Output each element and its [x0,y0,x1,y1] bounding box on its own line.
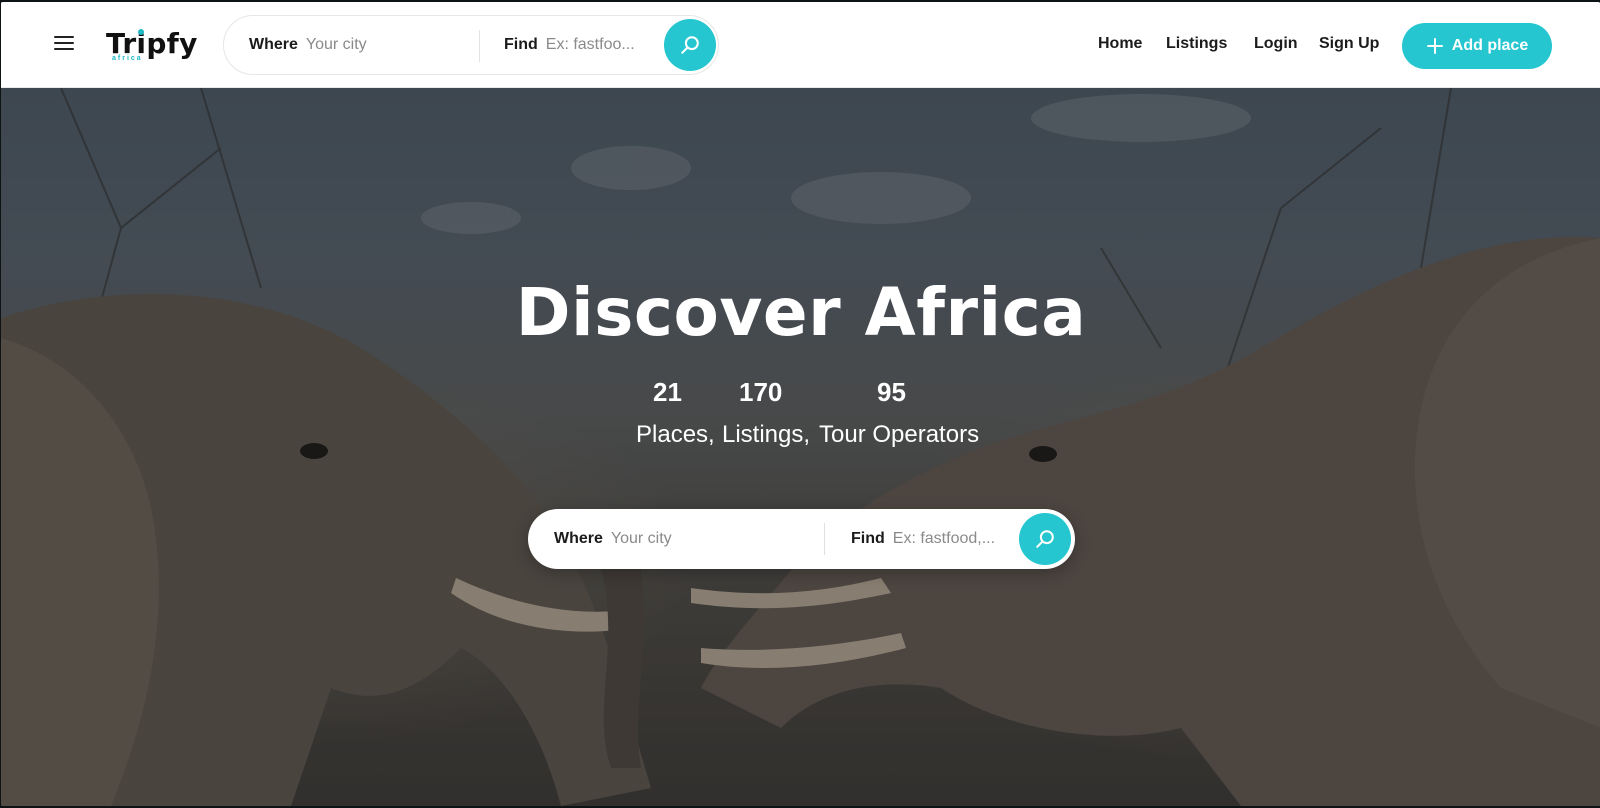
stat-places-label: Places, [636,421,715,448]
stat-places-count: 21 [653,377,682,407]
plus-icon [1426,38,1443,54]
hero-find-input[interactable] [892,530,1023,548]
hero-where-input[interactable] [610,530,791,548]
add-place-button[interactable]: Add place [1402,23,1552,69]
nav-login[interactable]: Login [1254,35,1298,53]
header-search-button[interactable] [664,19,716,71]
hamburger-menu-button[interactable] [51,32,77,54]
hero-find-label: Find [851,530,885,547]
hero-where-group: Where [554,509,791,569]
hero-search-divider [824,523,825,555]
stat-listings-label: Listings, [722,421,811,448]
logo-dot-icon [138,29,144,35]
logo-tagline: africa [112,55,143,62]
hamburger-icon [54,36,74,38]
stat-listings-count: 170 [739,377,783,407]
nav-listings[interactable]: Listings [1166,35,1227,53]
hero-find-group: Find [851,509,1023,569]
hamburger-icon-bar [54,48,74,50]
stat-operators-count: 95 [877,377,906,407]
nav-sign-up[interactable]: Sign Up [1319,35,1379,53]
header-where-input[interactable] [305,36,466,54]
header-search-divider [479,30,480,62]
nav-home[interactable]: Home [1098,35,1142,53]
browser-viewport: Tripfy africa Where Find Home [1,2,1600,806]
search-icon [681,36,699,54]
stat-operators-label: Tour Operators [819,421,980,448]
header-search-bar: Where Find [223,15,719,75]
header-find-group: Find [504,16,656,74]
hero-section: Discover Africa 21 170 95 Places, Listin… [1,88,1600,806]
hero-where-label: Where [554,530,603,547]
add-place-label: Add place [1451,37,1529,54]
header-find-label: Find [504,36,538,53]
header-where-label: Where [249,36,298,53]
hero-title: Discover Africa [515,274,1087,351]
header-find-input[interactable] [545,36,656,54]
search-icon [1036,530,1054,548]
hamburger-icon-bar [54,42,74,44]
site-header: Tripfy africa Where Find Home [1,2,1600,88]
hero-search-button[interactable] [1019,513,1071,565]
header-where-group: Where [249,16,466,74]
site-logo[interactable]: Tripfy africa [106,24,198,64]
hero-search-bar: Where Find [528,509,1075,569]
